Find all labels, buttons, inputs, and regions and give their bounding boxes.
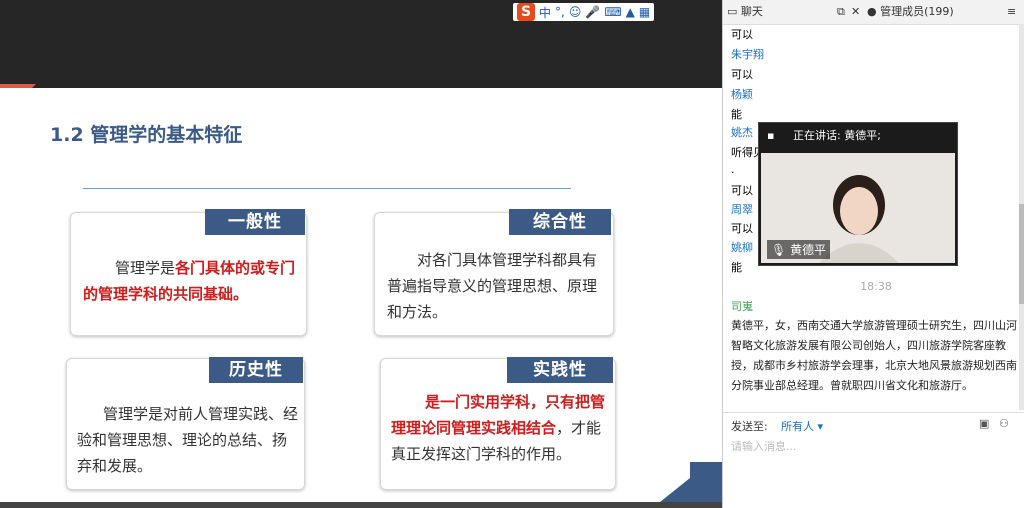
chat-timestamp: 18:38 bbox=[860, 280, 892, 293]
slide-title: 1.2 管理学的基本特征 bbox=[50, 124, 243, 146]
user-select-icon[interactable]: ⚇ bbox=[999, 417, 1009, 430]
card-tag: 一般性 bbox=[205, 209, 305, 235]
speaker-name: 黄德平 bbox=[790, 243, 827, 257]
send-row: 发送至: 所有人 ▾ ▣ ⚇ bbox=[723, 412, 1024, 435]
keyboard-icon[interactable]: ⌨ bbox=[604, 5, 621, 19]
card-general: 一般性 管理学是各门具体的或专门的管理学科的共同基础。 bbox=[70, 209, 307, 336]
popout-icon[interactable]: ⧉ bbox=[837, 0, 845, 24]
card-practical: 实践性 是一门实用学科，只有把管理理论同管理实践相结合，才能真正发挥这门学科的作… bbox=[380, 357, 616, 490]
menu-icon[interactable]: ≡ bbox=[1007, 0, 1016, 24]
message-input[interactable]: 请输入消息... bbox=[731, 438, 797, 454]
card-comprehensive: 综合性 对各门具体管理学科都具有普遍指导意义的管理思想、原理和方法。 bbox=[374, 209, 614, 336]
chat-icon: ▭ bbox=[727, 5, 738, 18]
speaker-name-label: 🎙 黄德平 bbox=[767, 240, 831, 259]
card-historical: 历史性 管理学是对前人管理实践、经验和管理思想、理论的总结、扬弃和发展。 bbox=[66, 357, 305, 490]
mic-icon[interactable]: 🎤 bbox=[585, 5, 600, 19]
chat-message: 能 bbox=[731, 108, 742, 121]
close-icon[interactable]: ✕ bbox=[851, 0, 860, 24]
tab-members[interactable]: ● 管理成员(199) bbox=[867, 0, 954, 24]
video-feed: 🎙 黄德平 bbox=[761, 153, 955, 263]
chat-message: 可以 bbox=[731, 184, 753, 197]
panel-tabs: ▭ 聊天 ⧉ ✕ ● 管理成员(199) ≡ bbox=[723, 0, 1024, 25]
card-tag: 历史性 bbox=[209, 357, 303, 383]
send-target-value: 所有人 bbox=[781, 420, 814, 433]
chat-scrollbar[interactable] bbox=[1019, 24, 1024, 410]
chat-sender[interactable]: 司嵬 bbox=[731, 298, 753, 314]
title-rule bbox=[83, 188, 571, 189]
card-text: 是一门实用学科，只有把管理理论同管理实践相结合，才能真正发挥这门学科的作用。 bbox=[391, 389, 609, 467]
chat-message: 可以 bbox=[731, 28, 753, 41]
mic-icon: 🎙 bbox=[771, 243, 787, 257]
chat-message: 可以 bbox=[731, 68, 753, 81]
bottom-strip bbox=[0, 502, 722, 508]
send-label: 发送至: bbox=[731, 420, 768, 433]
card-tag: 综合性 bbox=[509, 209, 611, 235]
chat-message: 黄德平，女，西南交通大学旅游管理硕士研究生，四川山河智略文化旅游发展有限公司创始… bbox=[731, 319, 1017, 392]
chat-sender[interactable]: 周翠 bbox=[731, 201, 753, 217]
send-target-select[interactable]: 所有人 ▾ bbox=[781, 418, 823, 434]
chat-sender[interactable]: 杨颖 bbox=[731, 86, 753, 102]
chat-sender[interactable]: 姚杰 bbox=[731, 124, 753, 140]
card-text: 管理学是各门具体的或专门的管理学科的共同基础。 bbox=[83, 255, 298, 307]
chat-message: . bbox=[731, 163, 735, 176]
video-header: ▪ 正在讲话: 黄德平; bbox=[759, 123, 957, 149]
ime-mode[interactable]: 中 bbox=[539, 4, 551, 21]
tab-chat[interactable]: ▭ 聊天 bbox=[727, 0, 763, 24]
image-icon[interactable]: ▣ bbox=[979, 417, 989, 430]
chat-message: 可以 bbox=[731, 222, 753, 235]
chat-sender[interactable]: 姚柳 bbox=[731, 239, 753, 255]
card-text: 对各门具体管理学科都具有普遍指导意义的管理思想、原理和方法。 bbox=[387, 251, 598, 321]
menu-grid-icon[interactable]: ▦ bbox=[639, 5, 650, 19]
ime-toolbar[interactable]: S 中 °, ☺ 🎤 ⌨ ▲ ▦ bbox=[513, 3, 655, 21]
card-text: 管理学是对前人管理实践、经验和管理思想、理论的总结、扬弃和发展。 bbox=[77, 405, 299, 475]
card-text-plain: 管理学是 bbox=[115, 259, 176, 277]
presentation-stage: S 中 °, ☺ 🎤 ⌨ ▲ ▦ 1.2 管理学的基本特征 一般性 管理学是各门… bbox=[0, 0, 722, 508]
emoji-icon[interactable]: ☺ bbox=[569, 5, 582, 19]
card-tag: 实践性 bbox=[507, 357, 613, 383]
speaker-avatar-icon: ▪ bbox=[767, 129, 775, 142]
chat-message: 能 bbox=[731, 261, 742, 274]
tab-members-label: 管理成员(199) bbox=[880, 5, 954, 18]
user-icon: ● bbox=[867, 5, 877, 18]
tab-chat-label: 聊天 bbox=[740, 5, 763, 18]
ime-punct[interactable]: °, bbox=[555, 5, 565, 19]
speaking-status: 正在讲话: 黄德平; bbox=[793, 129, 881, 142]
slide: 1.2 管理学的基本特征 一般性 管理学是各门具体的或专门的管理学科的共同基础。… bbox=[0, 88, 722, 502]
video-window[interactable]: ▪ 正在讲话: 黄德平; 🎙 黄德平 bbox=[758, 122, 958, 266]
scrollbar-thumb[interactable] bbox=[1019, 204, 1024, 304]
slide-corner-decoration bbox=[690, 462, 722, 502]
chat-sender[interactable]: 朱宇翔 bbox=[731, 46, 764, 62]
sogou-logo-icon: S bbox=[517, 3, 535, 21]
skin-icon[interactable]: ▲ bbox=[626, 5, 635, 19]
chevron-down-icon: ▾ bbox=[817, 420, 824, 433]
